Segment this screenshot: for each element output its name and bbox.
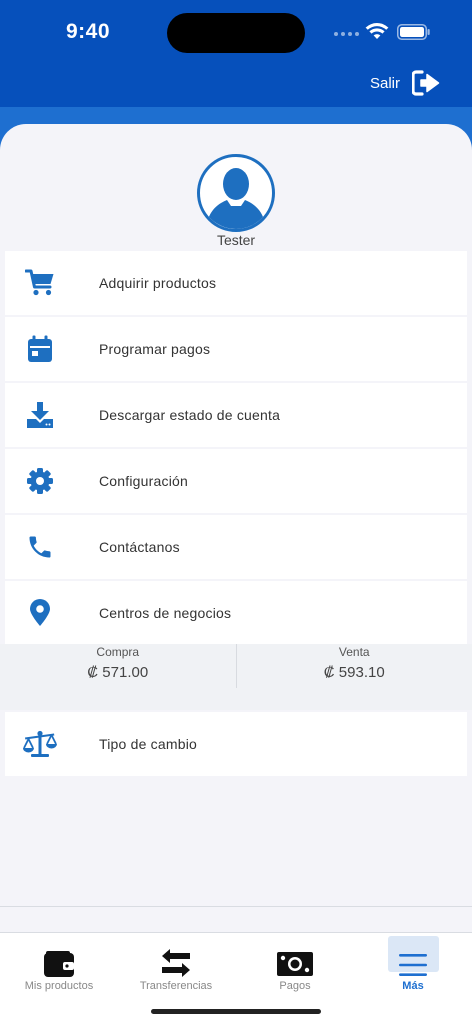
transfer-arrows-icon	[162, 949, 190, 977]
tab-mis-productos[interactable]: Mis productos	[0, 938, 118, 998]
rate-buy-value: ₡ 571.00	[87, 664, 149, 681]
tab-pagos[interactable]: Pagos	[236, 938, 354, 998]
logout-button[interactable]: Salir	[370, 70, 440, 96]
exchange-rates: Compra ₡ 571.00 Venta ₡ 593.10	[0, 644, 472, 710]
menu-item-centros-negocios[interactable]: Centros de negocios	[5, 581, 467, 645]
wifi-icon	[365, 23, 389, 39]
tab-mas[interactable]: Más	[354, 938, 472, 998]
rate-sell-value: ₡ 593.10	[323, 664, 385, 681]
divider	[0, 906, 472, 907]
menu-item-label: Programar pagos	[99, 341, 211, 357]
tab-transferencias[interactable]: Transferencias	[117, 938, 235, 998]
tab-label: Más	[402, 980, 424, 992]
avatar[interactable]	[197, 154, 275, 232]
download-icon	[27, 402, 53, 428]
menu-item-label: Contáctanos	[99, 539, 180, 555]
tab-label: Transferencias	[139, 980, 213, 992]
status-bar: 9:40	[0, 0, 472, 64]
rate-sell: Venta ₡ 593.10	[237, 644, 472, 710]
phone-icon	[29, 536, 51, 558]
rate-buy: Compra ₡ 571.00	[0, 644, 236, 710]
menu-item-label: Configuración	[99, 473, 188, 489]
menu-item-contactanos[interactable]: Contáctanos	[5, 515, 467, 579]
rate-sell-label: Venta	[338, 645, 370, 659]
cart-icon	[25, 269, 54, 296]
menu-item-label: Adquirir productos	[99, 275, 217, 291]
menu-item-descargar-estado[interactable]: Descargar estado de cuenta	[5, 383, 467, 447]
wallet-icon	[44, 951, 74, 977]
status-time: 9:40	[66, 20, 111, 43]
home-indicator	[151, 1009, 321, 1014]
logout-label: Salir	[369, 74, 400, 92]
calendar-icon	[28, 335, 52, 362]
tab-label: Mis productos	[24, 980, 94, 992]
cellular-signal-icon	[334, 32, 359, 36]
menu-icon	[399, 954, 427, 976]
menu-item-tipo-cambio[interactable]: Tipo de cambio	[5, 712, 467, 776]
tab-label: Pagos	[279, 980, 311, 992]
menu-item-label: Centros de negocios	[99, 605, 232, 621]
dynamic-island	[167, 13, 305, 53]
logout-icon	[412, 70, 440, 96]
profile-name: Tester	[216, 232, 256, 248]
menu-item-programar-pagos[interactable]: Programar pagos	[5, 317, 467, 381]
menu-list: Adquirir productos Programar pagos Desca…	[5, 251, 467, 647]
menu-item-adquirir-productos[interactable]: Adquirir productos	[5, 251, 467, 315]
exchange-label: Tipo de cambio	[99, 736, 197, 752]
rate-buy-label: Compra	[96, 645, 140, 659]
menu-item-label: Descargar estado de cuenta	[99, 407, 281, 423]
location-pin-icon	[30, 599, 50, 626]
menu-item-configuracion[interactable]: Configuración	[5, 449, 467, 513]
gear-icon	[27, 468, 53, 494]
user-icon	[206, 168, 266, 229]
battery-icon	[397, 24, 430, 40]
scale-icon	[23, 730, 57, 757]
money-icon	[277, 952, 313, 976]
